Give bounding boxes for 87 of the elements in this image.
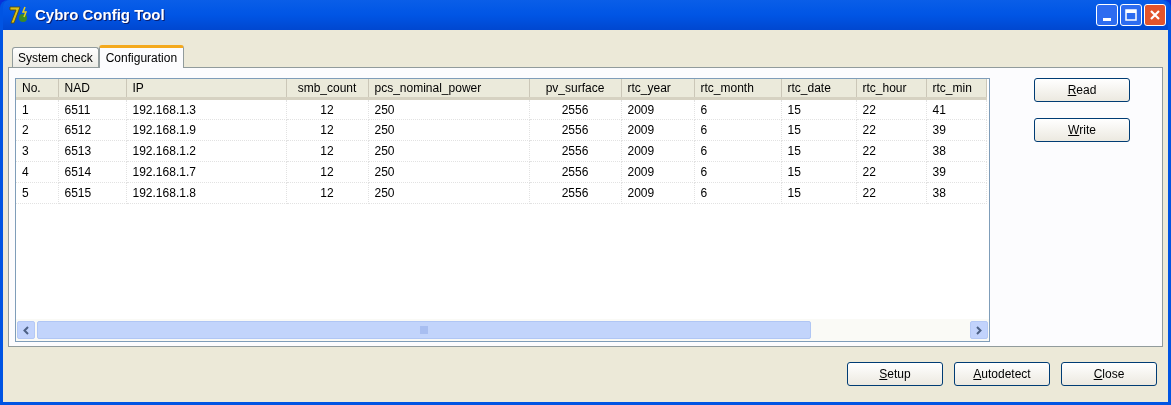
scroll-left-button[interactable] bbox=[17, 321, 35, 339]
table-cell: 250 bbox=[368, 182, 529, 204]
table-cell: 39 bbox=[926, 119, 986, 141]
maximize-button[interactable] bbox=[1120, 4, 1142, 26]
table-cell: 3 bbox=[16, 140, 58, 162]
table-cell: 2556 bbox=[529, 161, 621, 183]
table-cell: 6511 bbox=[58, 98, 126, 120]
table-cell: 2009 bbox=[621, 161, 694, 183]
table-cell: 1 bbox=[16, 98, 58, 120]
maximize-icon bbox=[1125, 9, 1137, 21]
chevron-left-icon bbox=[23, 325, 29, 335]
table-cell: 12 bbox=[286, 182, 368, 204]
column-header[interactable]: NAD bbox=[58, 79, 126, 99]
table-cell: 192.168.1.2 bbox=[126, 140, 286, 162]
column-header[interactable]: rtc_date bbox=[781, 79, 856, 99]
table-cell: 5 bbox=[16, 182, 58, 204]
table-cell: 2009 bbox=[621, 140, 694, 162]
table-cell: 192.168.1.8 bbox=[126, 182, 286, 204]
action-button[interactable]: Read bbox=[1034, 78, 1130, 102]
action-button[interactable]: Write bbox=[1034, 118, 1130, 142]
tab[interactable]: System check bbox=[12, 47, 99, 67]
scrollbar-thumb[interactable] bbox=[37, 321, 811, 339]
table-cell: 12 bbox=[286, 161, 368, 183]
window-title: Cybro Config Tool bbox=[35, 4, 165, 25]
table-cell: 22 bbox=[856, 140, 926, 162]
table-cell: 6 bbox=[694, 140, 781, 162]
table-cell: 2556 bbox=[529, 140, 621, 162]
table-cell: 6512 bbox=[58, 119, 126, 141]
column-header[interactable]: pcs_nominal_power bbox=[368, 79, 529, 99]
table-cell: 250 bbox=[368, 140, 529, 162]
table-cell: 192.168.1.3 bbox=[126, 98, 286, 120]
table-cell: 12 bbox=[286, 98, 368, 120]
table-cell: 2 bbox=[16, 119, 58, 141]
table-cell: 12 bbox=[286, 119, 368, 141]
scroll-right-button[interactable] bbox=[970, 321, 988, 339]
action-button[interactable]: Autodetect bbox=[954, 362, 1050, 386]
table-cell: 38 bbox=[926, 140, 986, 162]
close-icon bbox=[1149, 9, 1161, 21]
grip-icon bbox=[419, 326, 429, 334]
table-cell: 39 bbox=[926, 161, 986, 183]
action-button[interactable]: Close bbox=[1061, 362, 1157, 386]
table-cell: 2009 bbox=[621, 182, 694, 204]
table-cell: 22 bbox=[856, 98, 926, 120]
table-cell: 4 bbox=[16, 161, 58, 183]
close-window-button[interactable] bbox=[1144, 4, 1166, 26]
table-cell: 2556 bbox=[529, 119, 621, 141]
column-header[interactable]: pv_surface bbox=[529, 79, 621, 99]
table-cell: 2009 bbox=[621, 98, 694, 120]
column-header[interactable]: No. bbox=[16, 79, 58, 99]
table-cell: 22 bbox=[856, 182, 926, 204]
table-cell: 2556 bbox=[529, 98, 621, 120]
table-cell: 15 bbox=[781, 140, 856, 162]
table-cell: 15 bbox=[781, 161, 856, 183]
minimize-icon bbox=[1103, 18, 1111, 21]
column-header[interactable]: rtc_hour bbox=[856, 79, 926, 99]
table-cell: 15 bbox=[781, 119, 856, 141]
horizontal-scrollbar[interactable] bbox=[16, 319, 989, 341]
table-cell: 250 bbox=[368, 161, 529, 183]
action-button[interactable]: Setup bbox=[847, 362, 943, 386]
table-cell: 6515 bbox=[58, 182, 126, 204]
minimize-button[interactable] bbox=[1096, 4, 1118, 26]
table-cell: 12 bbox=[286, 140, 368, 162]
table-cell: 22 bbox=[856, 161, 926, 183]
table-cell: 6513 bbox=[58, 140, 126, 162]
table-cell: 2009 bbox=[621, 119, 694, 141]
table-cell: 15 bbox=[781, 182, 856, 204]
table-cell: 6514 bbox=[58, 161, 126, 183]
table-cell: 6 bbox=[694, 182, 781, 204]
table-cell: 250 bbox=[368, 98, 529, 120]
table-cell: 2556 bbox=[529, 182, 621, 204]
column-header[interactable]: smb_count bbox=[286, 79, 368, 99]
table-cell: 192.168.1.9 bbox=[126, 119, 286, 141]
table-cell: 6 bbox=[694, 98, 781, 120]
column-header[interactable]: rtc_year bbox=[621, 79, 694, 99]
chevron-right-icon bbox=[976, 325, 982, 335]
table-cell: 15 bbox=[781, 98, 856, 120]
table-cell: 250 bbox=[368, 119, 529, 141]
table-cell: 192.168.1.7 bbox=[126, 161, 286, 183]
table-cell: 41 bbox=[926, 98, 986, 120]
table-cell: 38 bbox=[926, 182, 986, 204]
column-header[interactable]: rtc_month bbox=[694, 79, 781, 99]
table-cell: 6 bbox=[694, 119, 781, 141]
tab[interactable]: Configuration bbox=[98, 45, 185, 68]
column-header[interactable]: rtc_min bbox=[926, 79, 986, 99]
table-cell: 6 bbox=[694, 161, 781, 183]
table-cell: 22 bbox=[856, 119, 926, 141]
column-header[interactable]: IP bbox=[126, 79, 286, 99]
